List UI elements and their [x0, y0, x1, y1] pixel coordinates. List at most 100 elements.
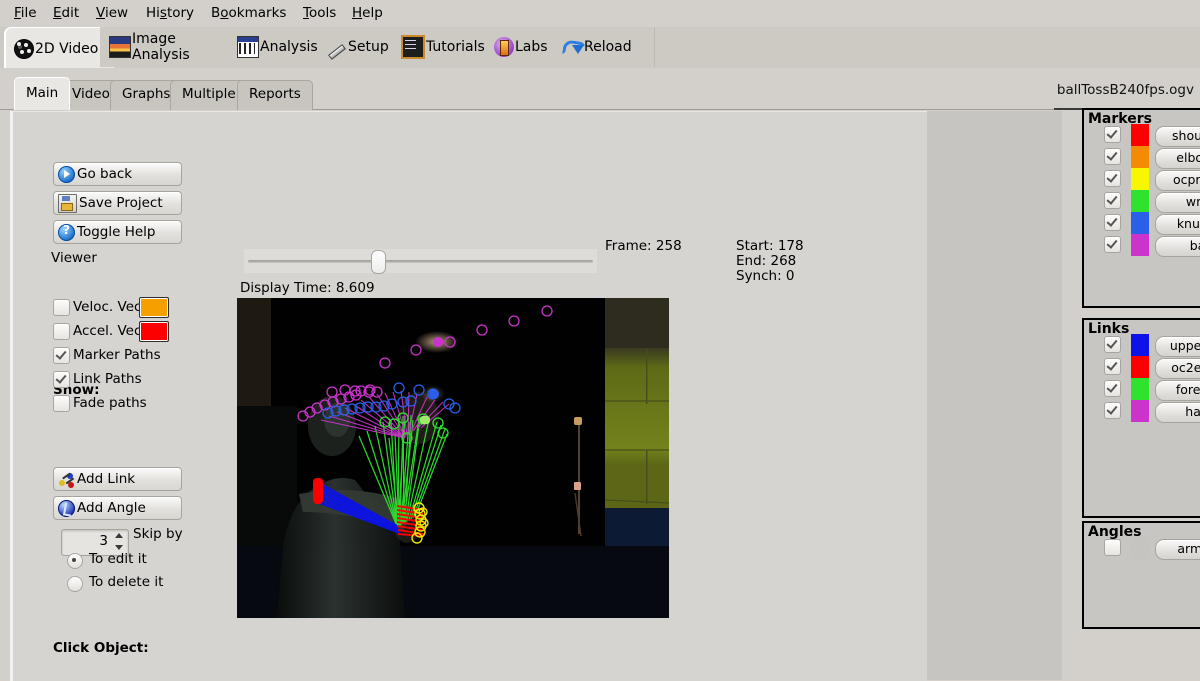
- links-panel-title: Links: [1088, 321, 1129, 337]
- skip-by-label: Skip by: [133, 526, 183, 542]
- marker-label-ocproces[interactable]: ocproces: [1155, 170, 1200, 191]
- application-window: FileEdit View History Bookmarks ToolsHelp 2D…: [0, 0, 1200, 680]
- click-object-title: Click Object:: [53, 640, 149, 656]
- link-checkbox-hand[interactable]: [1104, 402, 1121, 419]
- marker-label-elbowjc[interactable]: elbowJC: [1155, 148, 1200, 169]
- checkbox-label: Marker Paths: [73, 347, 161, 363]
- marker-label-ball[interactable]: ball: [1155, 236, 1200, 257]
- angle-sphere-icon: [58, 500, 75, 517]
- marker-color-ball[interactable]: [1131, 234, 1149, 256]
- radio-to-edit-it[interactable]: [67, 553, 83, 569]
- toolbar-tab-reload[interactable]: Reload: [554, 27, 655, 67]
- add-link-button[interactable]: Add Link: [53, 467, 182, 491]
- color-swatch-accel-vec[interactable]: [139, 321, 169, 342]
- menu-history[interactable]: History: [140, 4, 200, 22]
- video-frame-image: [237, 298, 669, 618]
- play-circle-icon: [58, 166, 75, 183]
- angle-label-arm2oc[interactable]: arm2oc: [1155, 539, 1200, 560]
- marker-checkbox-wrist[interactable]: [1104, 192, 1121, 209]
- link-checkbox-upperarm[interactable]: [1104, 336, 1121, 353]
- open-file-label: ballTossB240fps.ogv: [1057, 82, 1194, 98]
- menu-tools[interactable]: Tools: [297, 4, 342, 22]
- toolbar-tab-label: 2D Video: [35, 41, 98, 57]
- link-label-oc2elbow[interactable]: oc2elbow: [1155, 358, 1200, 379]
- slider-track: [248, 260, 593, 263]
- save-project-button[interactable]: Save Project: [53, 191, 182, 215]
- marker-label-knuckle[interactable]: knuckle: [1155, 214, 1200, 235]
- angle-checkbox-arm2oc[interactable]: [1104, 539, 1121, 556]
- marker-color-shoulderj[interactable]: [1131, 124, 1149, 146]
- marker-checkbox-elbowjc[interactable]: [1104, 148, 1121, 165]
- menu-bookmarks[interactable]: Bookmarks: [205, 4, 292, 22]
- tab-main[interactable]: Main: [14, 77, 70, 110]
- checkbox-marker-paths[interactable]: [53, 347, 70, 364]
- marker-color-ocproces[interactable]: [1131, 168, 1149, 190]
- markers-panel: Markers shoulderJelbowJCocproceswristknu…: [1082, 108, 1200, 308]
- link-color-forearm[interactable]: [1131, 378, 1149, 400]
- video-viewer[interactable]: [237, 298, 669, 618]
- toolbar-tab-2d-video[interactable]: 2D Video: [4, 27, 114, 69]
- lab-icon: [494, 37, 514, 57]
- link-color-upperarm[interactable]: [1131, 334, 1149, 356]
- marker-color-wrist[interactable]: [1131, 190, 1149, 212]
- marker-checkbox-ball[interactable]: [1104, 236, 1121, 253]
- go-back-button[interactable]: Go back: [53, 162, 182, 186]
- sub-tab-bar: ballTossB240fps.ogv MainVideoGraphsMulti…: [0, 68, 1200, 110]
- toolbar-tab-label: Image Analysis: [132, 31, 231, 63]
- angle-color-arm2oc[interactable]: [1131, 537, 1149, 559]
- marker-checkbox-ocproces[interactable]: [1104, 170, 1121, 187]
- checkbox-veloc-vec[interactable]: [53, 299, 70, 316]
- link-label-upperarm[interactable]: upperArm: [1155, 336, 1200, 357]
- toolbar-tab-label: Analysis: [260, 39, 318, 55]
- marker-checkbox-shoulderj[interactable]: [1104, 126, 1121, 143]
- checkbox-link-paths[interactable]: [53, 371, 70, 388]
- button-label: Toggle Help: [77, 224, 155, 240]
- marker-label-wrist[interactable]: wrist: [1155, 192, 1200, 213]
- tab-reports[interactable]: Reports: [237, 80, 313, 110]
- menu-file[interactable]: File: [8, 4, 43, 22]
- start-frame-label: Start: 178: [736, 238, 804, 254]
- menu-view[interactable]: View: [90, 4, 134, 22]
- main-content-pane: Viewer Show: 3 Skip by Click Object: Dis…: [10, 111, 927, 681]
- toolbar-tab-image-analysis[interactable]: Image Analysis: [100, 27, 241, 67]
- link-color-oc2elbow[interactable]: [1131, 356, 1149, 378]
- angles-panel: Angles arm2oc: [1082, 521, 1200, 629]
- stepper-arrows-icon[interactable]: [112, 531, 126, 552]
- checkbox-label: Veloc. Vec: [73, 299, 141, 315]
- toggle-help-button[interactable]: Toggle Help: [53, 220, 182, 244]
- right-gutter: [924, 111, 1062, 680]
- radio-to-delete-it[interactable]: [67, 576, 83, 592]
- slider-thumb[interactable]: [371, 250, 386, 274]
- link-nodes-icon: [58, 471, 75, 488]
- button-label: Add Angle: [77, 500, 146, 516]
- end-frame-label: End: 268: [736, 253, 796, 269]
- frame-slider[interactable]: [244, 249, 597, 273]
- toolbar-tab-analysis[interactable]: Analysis: [228, 27, 331, 67]
- toolbar-tab-label: Tutorials: [426, 39, 485, 55]
- link-checkbox-forearm[interactable]: [1104, 380, 1121, 397]
- button-label: Go back: [77, 166, 132, 182]
- color-swatch-veloc-vec[interactable]: [139, 297, 169, 318]
- toolbar-tab-label: Labs: [515, 39, 548, 55]
- save-disk-icon: [58, 194, 77, 213]
- tab-multiple[interactable]: Multiple: [170, 80, 248, 110]
- marker-color-elbowjc[interactable]: [1131, 146, 1149, 168]
- toolbar-tab-tutorials[interactable]: Tutorials: [392, 27, 497, 67]
- add-angle-button[interactable]: Add Angle: [53, 496, 182, 520]
- menu-help[interactable]: Help: [346, 4, 389, 22]
- link-label-forearm[interactable]: foreArm: [1155, 380, 1200, 401]
- checkbox-accel-vec[interactable]: [53, 323, 70, 340]
- menu-edit[interactable]: Edit: [47, 4, 85, 22]
- link-label-hand[interactable]: hand: [1155, 402, 1200, 423]
- toolbar-tab-label: Reload: [584, 39, 632, 55]
- button-label: Save Project: [79, 195, 163, 211]
- film-icon: [14, 39, 34, 59]
- marker-checkbox-knuckle[interactable]: [1104, 214, 1121, 231]
- image-icon: [109, 36, 131, 58]
- link-checkbox-oc2elbow[interactable]: [1104, 358, 1121, 375]
- marker-color-knuckle[interactable]: [1131, 212, 1149, 234]
- checkbox-fade-paths[interactable]: [53, 395, 70, 412]
- marker-label-shoulderj[interactable]: shoulderJ: [1155, 126, 1200, 147]
- link-color-hand[interactable]: [1131, 400, 1149, 422]
- checkbox-label: Accel. Vec: [73, 323, 141, 339]
